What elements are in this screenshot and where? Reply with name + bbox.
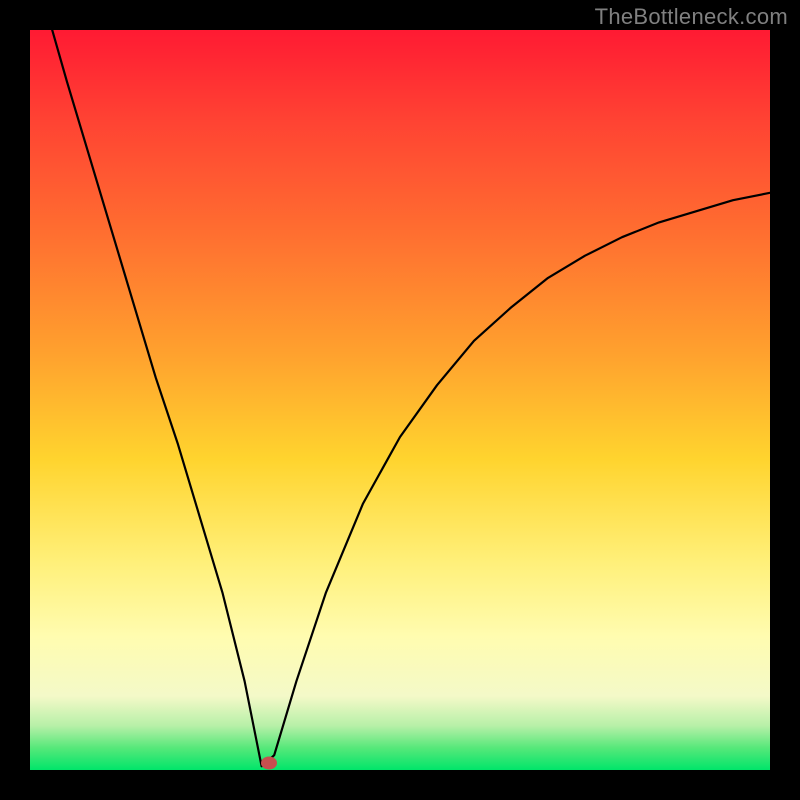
optimum-marker xyxy=(261,757,277,770)
bottleneck-curve xyxy=(52,30,770,766)
curve-svg xyxy=(30,30,770,770)
attribution-label: TheBottleneck.com xyxy=(595,4,788,30)
plot-area xyxy=(30,30,770,770)
chart-container: TheBottleneck.com xyxy=(0,0,800,800)
